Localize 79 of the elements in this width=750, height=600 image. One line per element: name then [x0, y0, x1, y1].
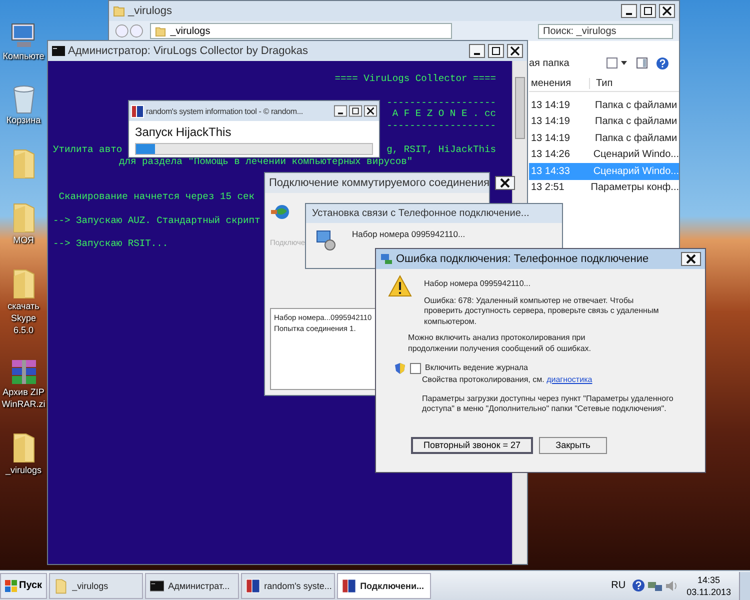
console-text: ------------------- [386, 96, 496, 108]
checkbox-label[interactable]: Включить ведение журнала [425, 363, 528, 374]
console-text: g, RSIT, HiJackThis [386, 144, 496, 156]
column-header[interactable]: менения [529, 78, 589, 88]
new-folder-button[interactable]: ая папка [529, 58, 570, 68]
taskbar-button[interactable]: Администрат... [145, 572, 240, 598]
dialog-button[interactable]: Повторный звонок = 27 [411, 436, 533, 454]
settings-note: Параметры загрузки доступны через пункт "Параметры удаленного доступа" в меню "Дополнительно" папки "Сетевые подключения". [421, 394, 674, 414]
app-logo-icon [342, 578, 356, 594]
logging-hint: Можно включить анализ протоколирования при продолжении получения сообщений об ошибках. [407, 333, 592, 354]
file-row[interactable]: 13 14:19 Папка с файлами [529, 114, 679, 130]
taskbar-button[interactable]: Подключени... [337, 572, 432, 598]
file-row[interactable]: 13 2:51 Параметры конф... [529, 180, 679, 196]
console-text: --> Запускаю AUZ. Стандартный скрипт [53, 214, 260, 226]
network-computer-icon [314, 229, 336, 251]
window-title: Установка связи с Телефонное подключение... [306, 204, 562, 223]
close-button[interactable] [507, 44, 523, 58]
console-icon [52, 46, 65, 56]
folder-icon [113, 5, 125, 17]
dialing-message: Набор номера 0995942110... [424, 279, 532, 290]
minimize-button[interactable] [334, 105, 347, 117]
window-title: Подключение коммутируемого соединения [269, 177, 490, 189]
file-row[interactable]: 13 14:19 Папка с файлами [529, 97, 679, 114]
close-button[interactable] [495, 176, 516, 190]
address-bar[interactable]: _virulogs [150, 23, 452, 39]
minimize-button[interactable] [621, 4, 637, 18]
folder-icon [54, 578, 68, 594]
checkbox[interactable] [410, 363, 421, 374]
window-title: Ошибка подключения: Телефонное подключение [396, 253, 649, 265]
status-text: Запуск HijackThis [135, 125, 232, 139]
help-icon[interactable] [656, 56, 669, 70]
folder-icon [155, 26, 166, 36]
start-logo-icon [5, 580, 17, 592]
shield-icon [394, 362, 406, 375]
taskbar-button[interactable]: _virulogs [49, 572, 144, 598]
desktop-icon-label[interactable]: скачать Skype 6.5.0 [0, 300, 47, 336]
taskbar-button[interactable]: random's syste... [241, 572, 336, 598]
search-field[interactable]: Поиск: _virulogs [538, 24, 673, 38]
close-button[interactable] [659, 4, 675, 18]
network-icon[interactable] [646, 580, 663, 592]
help-icon[interactable] [632, 579, 645, 592]
console-text: Сканирование начнется через 15 сек [58, 190, 255, 203]
maximize-button[interactable] [488, 44, 504, 58]
app-logo-icon [131, 104, 144, 118]
clock[interactable]: 14:35 03.11.2013 [686, 574, 731, 598]
window-title: _virulogs [128, 5, 172, 17]
maximize-button[interactable] [349, 105, 362, 117]
minimize-button[interactable] [469, 44, 485, 58]
console-text: Утилита авто [53, 144, 122, 156]
preview-pane-icon[interactable] [636, 57, 648, 69]
dialing-message: Набор номера 0995942110... [352, 229, 466, 241]
console-text: A F E Z O N E . cc [392, 108, 496, 120]
maximize-button[interactable] [640, 4, 656, 18]
window-title: random's system information tool - © random... [146, 106, 304, 116]
warning-icon [388, 275, 412, 297]
file-row[interactable]: 13 14:26 Сценарий Windo... [529, 146, 679, 163]
network-icon [380, 253, 393, 265]
console-text: ==== ViruLogs Collector ==== [334, 73, 496, 85]
app-logo-icon [246, 578, 260, 594]
desktop-icon-label[interactable]: _virulogs [5, 464, 42, 476]
globe-icon [270, 203, 290, 221]
desktop-icon-label[interactable]: Архив ZIP WinRAR.zi [0, 386, 47, 410]
file-row[interactable]: 13 14:19 Папка с файлами [529, 130, 679, 146]
console-text: ------------------- [386, 120, 496, 132]
language-indicator[interactable]: RU [611, 580, 626, 591]
properties-text: Свойства протоколирования, см. [422, 375, 544, 384]
dialog-button[interactable]: Закрыть [539, 436, 607, 454]
close-button[interactable] [681, 252, 701, 266]
folder-icon[interactable] [10, 432, 36, 464]
diagnostics-link[interactable]: диагностика [546, 375, 592, 384]
view-options-icon[interactable] [606, 57, 628, 69]
console-text: --> Запускаю RSIT... [53, 238, 168, 250]
start-button[interactable]: Пуск [0, 572, 48, 598]
recycle-bin-icon[interactable] [10, 84, 36, 114]
console-icon [150, 578, 164, 594]
close-button[interactable] [364, 105, 377, 117]
column-header[interactable]: Тип [589, 78, 613, 88]
error-message: Ошибка: 678: Удаленный компьютер не отвечает. Чтобы проверить доступность сервера, проверьте связь с удаленным компьютером. [424, 296, 660, 327]
window-title: Администратор: ViruLogs Collector by Dragokas [68, 45, 308, 57]
